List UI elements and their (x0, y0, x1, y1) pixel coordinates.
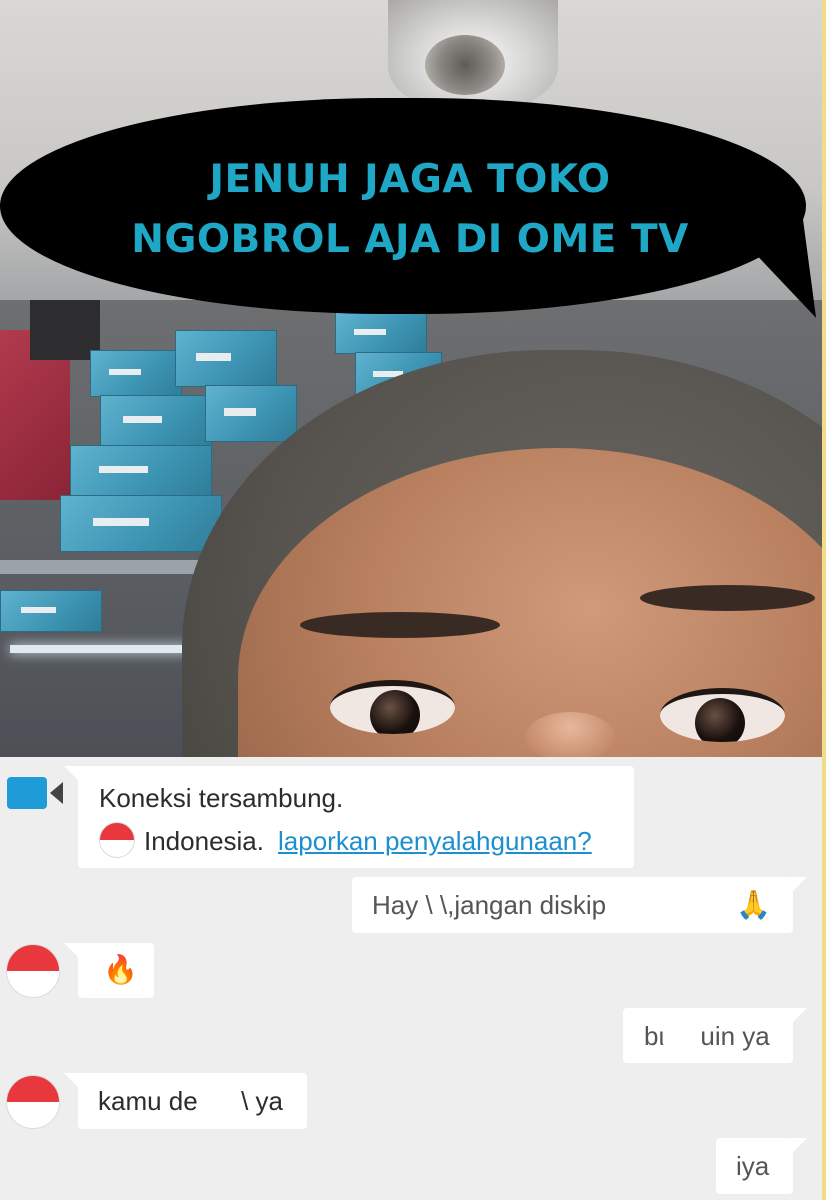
partner-country: Indonesia. (144, 826, 264, 856)
message-text: kamu de \ ya (98, 1086, 283, 1116)
person-nose (525, 712, 615, 757)
right-iris (695, 698, 745, 742)
indonesia-flag-icon (6, 944, 60, 998)
shoe-box (90, 350, 182, 397)
chat-message-incoming: 🔥 (64, 943, 154, 998)
chat-message-incoming: kamu de \ ya (64, 1073, 307, 1129)
fire-emoji: 🔥 (103, 954, 138, 985)
praying-hands-emoji: 🙏 (736, 889, 771, 920)
chat-message-outgoing: Hay \ \,jangan diskip 🙏 (352, 877, 807, 933)
message-text: Hay \ \,jangan diskip (372, 890, 607, 920)
speech-bubble-text: JENUH JAGA TOKO NGOBROL AJA DI OME TV (50, 150, 770, 270)
left-eye (330, 680, 455, 734)
system-message: Koneksi tersambung. Indonesia. laporkan … (64, 766, 634, 868)
headline-line-2: NGOBROL AJA DI OME TV (131, 217, 689, 262)
right-eye (660, 688, 785, 742)
shoe-box (205, 385, 297, 442)
indonesia-flag-icon (99, 822, 135, 858)
video-camera-icon (7, 777, 63, 809)
chat-message-outgoing: bι uin ya (623, 1008, 807, 1063)
shoe-box (335, 312, 427, 354)
report-abuse-link[interactable]: laporkan penyalahgunaan? (278, 826, 592, 857)
ceiling-camera-lens (425, 35, 505, 95)
shoe-box (100, 395, 212, 447)
headline-line-1: JENUH JAGA TOKO (209, 157, 611, 202)
app-frame: JENUH JAGA TOKO NGOBROL AJA DI OME TV Ko… (0, 0, 826, 1200)
indonesia-flag-icon (6, 1075, 60, 1129)
connection-status: Koneksi tersambung. (99, 783, 344, 813)
left-eyebrow (300, 612, 500, 638)
left-iris (370, 690, 420, 734)
right-eyebrow (640, 585, 815, 611)
message-text: iya (736, 1151, 770, 1181)
chat-message-outgoing: iya (716, 1138, 807, 1194)
side-border (822, 0, 826, 1200)
shoe-box (0, 590, 102, 632)
shoe-box (60, 495, 222, 552)
message-text: bι uin ya (644, 1021, 770, 1051)
shoe-box (175, 330, 277, 387)
shoe-box (70, 445, 212, 497)
